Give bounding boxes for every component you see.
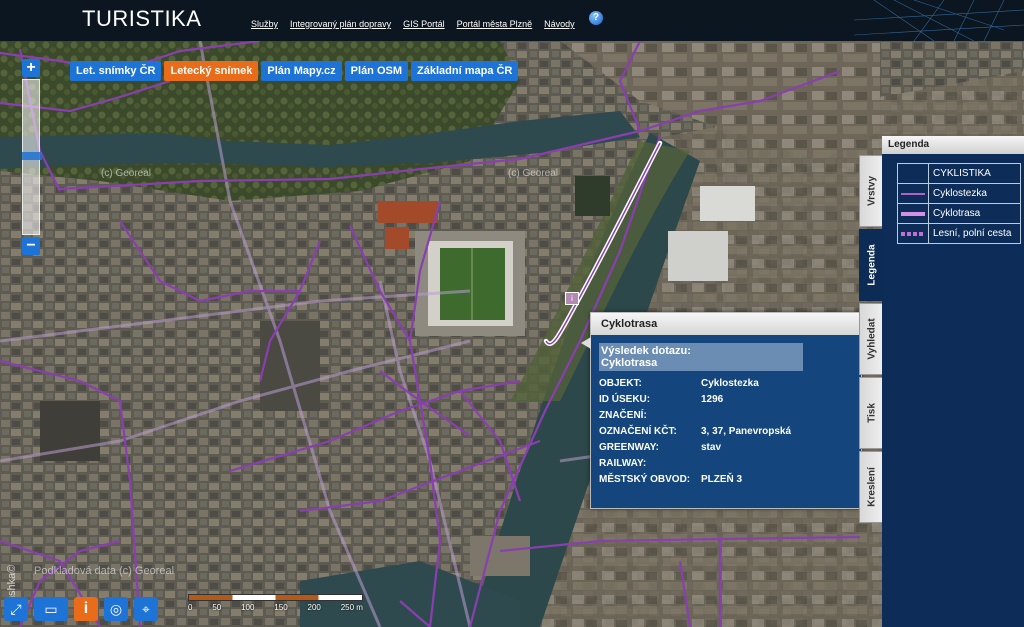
nav-link-portal-mesta[interactable]: Portál města Plzně (457, 19, 533, 29)
attribute-key: MĚSTSKÝ OBVOD: (599, 473, 691, 485)
attribute-value: 3, 37, Panevropská (701, 425, 792, 437)
measure-icon[interactable]: ▭ (34, 597, 68, 621)
scale-tick: 200 (307, 603, 321, 612)
query-result-header: Výsledek dotazu: Cyklotrasa (599, 343, 803, 371)
zoom-slider[interactable] (22, 79, 42, 235)
layer-btn-let-snimky-cr[interactable]: Let. snímky ČR (70, 61, 162, 81)
scale-bar: 0 50 100 150 200 250 m (188, 594, 363, 612)
top-bar: TURISTIKA Služby Integrovaný plán doprav… (0, 0, 1024, 42)
attribute-row: ID ÚSEKU: 1296 (599, 391, 853, 407)
attribute-row: GREENWAY: stav (599, 439, 853, 455)
attribute-key: OBJEKT: (599, 377, 642, 389)
layer-btn-plan-mapy-cz[interactable]: Plán Mapy.cz (261, 61, 342, 81)
legend-table: CYKLISTIKA Cyklostezka Cyklotrasa Lesní,… (897, 163, 1021, 244)
map-view[interactable]: (c) Georeal (c) Georeal Podkladová data … (0, 41, 1024, 627)
legend-heading: CYKLISTIKA (933, 168, 991, 179)
legend-symbol-line (898, 224, 929, 243)
attribute-key: RAILWAY: (599, 457, 647, 469)
zoom-in-button[interactable]: + (22, 59, 40, 77)
map-toolbar: ⤢ ▭ i ◎ ⌖ (4, 597, 158, 621)
legend-heading-row: CYKLISTIKA (898, 164, 1020, 183)
attribute-value: 1296 (701, 393, 724, 405)
attribute-key: ID ÚSEKU: (599, 393, 651, 405)
zoom-slider-handle[interactable] (22, 152, 42, 160)
scale-tick: 0 (188, 603, 193, 612)
legend-item-label: Lesní, polní cesta (933, 228, 1012, 239)
legend-item-label: Cyklostezka (933, 188, 987, 199)
scale-tick: 100 (241, 603, 255, 612)
legend-item: Cyklotrasa (898, 203, 1020, 223)
legend-item-label: Cyklotrasa (933, 208, 981, 219)
tab-label: Tisk (866, 403, 878, 423)
app-title: TURISTIKA (82, 6, 202, 31)
header-decoration (854, 0, 1024, 41)
info-icon[interactable]: i (74, 597, 98, 621)
copyright-watermark: (c) Georeal (508, 168, 559, 179)
side-panel-tabs: Vrstvy Legenda Vyhledat Tisk Kreslení (859, 155, 885, 525)
attribute-value: stav (701, 441, 722, 453)
legend-symbol-line (898, 184, 929, 203)
attribute-value: PLZEŇ 3 (701, 473, 743, 485)
help-icon[interactable]: ? (589, 11, 603, 25)
zoom-out-button[interactable]: − (22, 237, 40, 255)
tab-label: Legenda (866, 244, 878, 286)
nav-link-integrovany-plan[interactable]: Integrovaný plán dopravy (290, 19, 391, 29)
feature-info-popup: Cyklotrasa Výsledek dotazu: Cyklotrasa O… (581, 312, 862, 509)
attribute-value: Cyklostezka (701, 377, 759, 389)
attribute-row: OZNAČENÍ KČT: 3, 37, Panevropská (599, 423, 853, 439)
layer-btn-plan-osm[interactable]: Plán OSM (344, 61, 409, 81)
legend-item: Cyklostezka (898, 183, 1020, 203)
legend-symbol-line (898, 204, 929, 223)
scale-tick: 250 m (340, 603, 363, 612)
legend-panel: Legenda CYKLISTIKA Cyklostezka Cyklotras… (882, 136, 1024, 627)
top-navigation: Služby Integrovaný plán dopravy GIS Port… (251, 19, 575, 29)
gps-icon[interactable]: ◎ (104, 597, 128, 621)
attribute-key: GREENWAY: (599, 441, 660, 453)
tab-label: Vyhledat (866, 318, 878, 360)
tab-label: Kreslení (866, 467, 878, 507)
scale-tick: 50 (212, 603, 222, 612)
layer-btn-zakladni-mapa-cr[interactable]: Základní mapa ČR (411, 61, 519, 81)
attribute-row: OBJEKT: Cyklostezka (599, 375, 853, 391)
copyright-watermark: (c) Georeal (101, 168, 152, 179)
attribute-row: RAILWAY: (599, 455, 853, 471)
query-result-label: Výsledek dotazu: (601, 345, 691, 357)
scale-tick: 150 (274, 603, 288, 612)
base-layer-switcher: Let. snímky ČR Letecký snímek Plán Mapy.… (70, 61, 519, 81)
nav-link-navody[interactable]: Návody (544, 19, 575, 29)
nav-link-gis-portal[interactable]: GIS Portál (403, 19, 445, 29)
attribute-key: ZNAČENÍ: (599, 409, 647, 421)
popup-pointer (581, 337, 591, 349)
feature-info-marker[interactable]: i (565, 292, 579, 305)
locate-icon[interactable]: ⌖ (134, 597, 158, 621)
layer-btn-letecky-snimek[interactable]: Letecký snímek (164, 61, 259, 81)
tab-label: Vrstvy (866, 175, 878, 207)
query-result-layer: Cyklotrasa (601, 357, 658, 369)
nav-link-sluzby[interactable]: Služby (251, 19, 278, 29)
data-attribution: Podkladová data (c) Georeal (34, 565, 175, 577)
popup-title: Cyklotrasa (591, 313, 861, 335)
legend-title: Legenda (882, 136, 1024, 154)
attribute-key: OZNAČENÍ KČT: (599, 425, 677, 437)
fullscreen-icon[interactable]: ⤢ (4, 597, 28, 621)
zoom-control: + − (22, 59, 42, 255)
legend-item: Lesní, polní cesta (898, 223, 1020, 243)
attribute-row: ZNAČENÍ: (599, 407, 853, 423)
attribute-row: MĚSTSKÝ OBVOD: PLZEŇ 3 (599, 471, 853, 487)
